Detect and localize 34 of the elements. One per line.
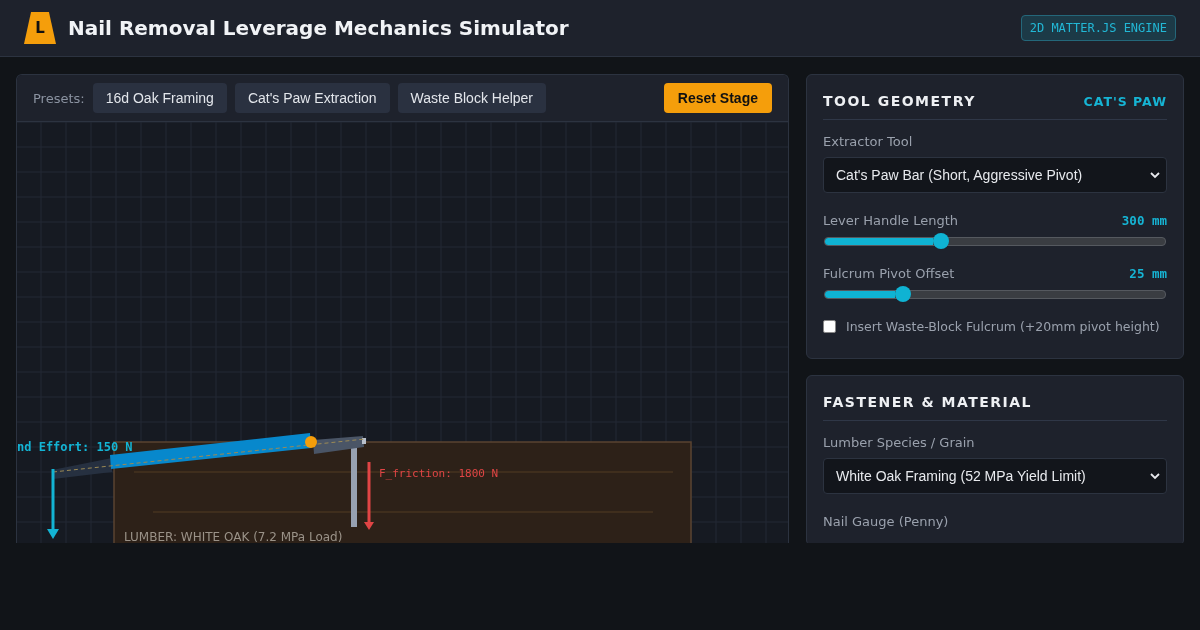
pivot-point [305, 436, 317, 448]
chevron-icon [1150, 171, 1160, 179]
logo-icon: L [24, 12, 56, 44]
slider-fill[interactable] [825, 291, 896, 298]
preset-button[interactable]: Cat's Paw Extraction [234, 83, 390, 113]
field-label: Nail Gauge (Penny) [823, 514, 950, 529]
field-label: Extractor Tool [823, 134, 914, 149]
presets-label: Presets: [33, 90, 85, 106]
lumber-label: LUMBER: WHITE OAK (7.2 MPa Load) [124, 530, 343, 543]
field-label: Lumber Species / Grain [823, 435, 976, 450]
slider-thumb[interactable] [932, 233, 949, 249]
preset-button[interactable]: 16d Oak Framing [92, 83, 227, 113]
dropdown[interactable]: White Oak Framing (52 MPa Yield Limit) [823, 458, 1167, 494]
slider-value: 25 mm [1129, 266, 1167, 281]
slider-value: 300 mm [1121, 213, 1167, 228]
checkbox[interactable] [823, 320, 836, 333]
preset-button[interactable]: Waste Block Helper [397, 83, 547, 113]
slider-thumb[interactable] [895, 286, 912, 302]
friction-arrow [364, 462, 374, 530]
chevron-icon [1150, 472, 1160, 480]
effort-arrow [47, 469, 59, 539]
panel-title: TOOL GEOMETRY [823, 93, 976, 109]
panel-title: FASTENER & MATERIAL [823, 394, 1033, 410]
app-title: Nail Removal Leverage Mechanics Simulator [68, 16, 569, 40]
effort-label: nd Effort: 150 N [17, 440, 133, 454]
field-label: Lever Handle Length [823, 213, 958, 228]
slider-fill[interactable] [825, 238, 933, 245]
field-label: Fulcrum Pivot Offset [823, 266, 955, 281]
engine-badge: 2D MATTER.JS ENGINE [1020, 15, 1176, 41]
checkbox-label: Insert Waste-Block Fulcrum (+20mm pivot height) [846, 319, 1160, 334]
reset-button[interactable]: Reset Stage [663, 83, 772, 113]
dropdown[interactable]: Cat's Paw Bar (Short, Aggressive Pivot) [823, 157, 1167, 193]
tool-tag: CAT'S PAW [1083, 93, 1167, 109]
friction-label: F_friction: 1800 N [379, 467, 499, 480]
